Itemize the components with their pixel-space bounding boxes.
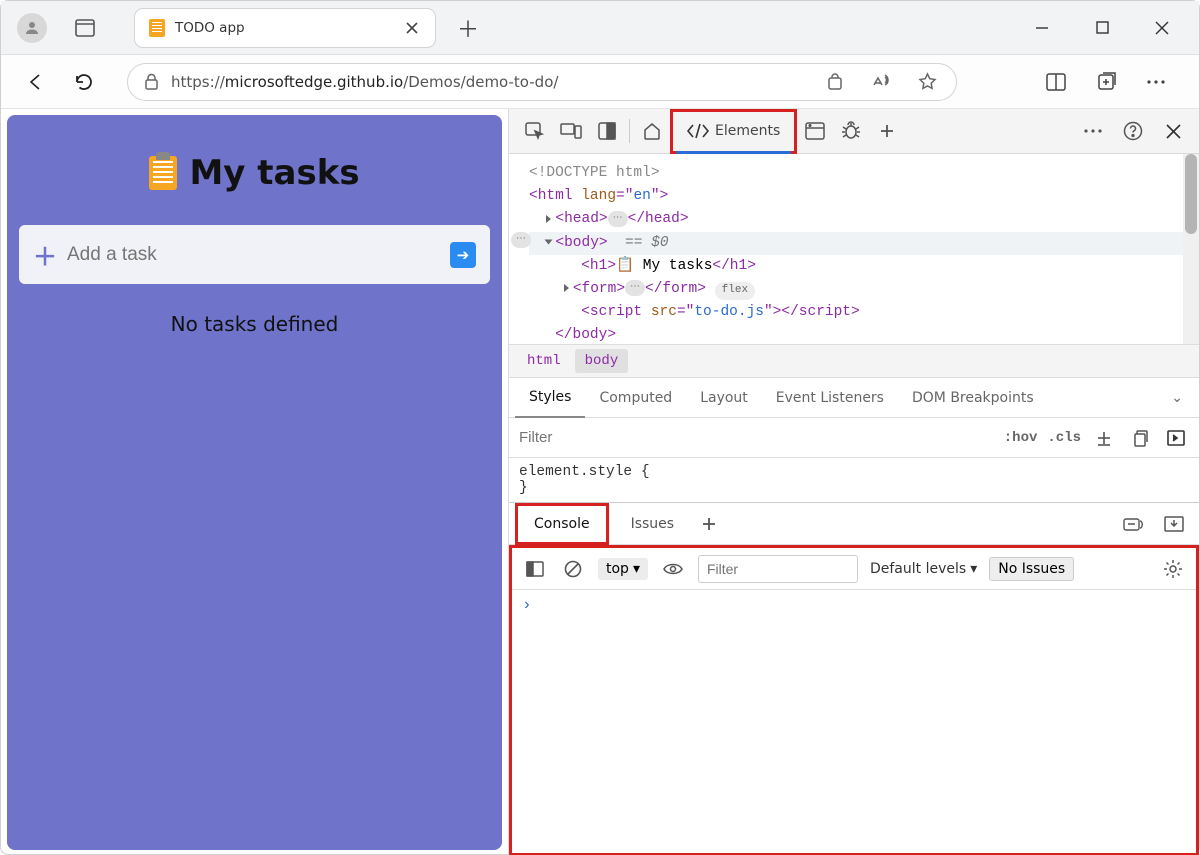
tab-event-listeners[interactable]: Event Listeners [762,378,898,418]
console-filter-input[interactable] [698,555,858,583]
close-tab-button[interactable] [403,19,421,37]
console-body[interactable]: › [512,590,1196,853]
submit-task-button[interactable]: ➔ [450,242,476,268]
style-rule[interactable]: element.style {} [509,458,1199,502]
address-bar: https://microsoftedge.github.io/Demos/de… [1,55,1199,109]
clipboard-icon [149,19,165,37]
dom-tree[interactable]: <!DOCTYPE html> <html lang="en"> <head>⋯… [509,154,1199,344]
close-window-button[interactable] [1141,10,1183,46]
welcome-icon[interactable] [634,113,670,149]
tab-layout[interactable]: Layout [686,378,762,418]
console-prompt: › [522,596,532,614]
close-devtools-icon[interactable] [1155,113,1191,149]
dock-icon[interactable] [589,113,625,149]
log-levels-dropdown[interactable]: Default levels ▾ [870,561,977,577]
hov-toggle[interactable]: :hov [1004,430,1038,446]
collections-icon[interactable] [1093,69,1119,95]
tab-title: TODO app [175,20,393,36]
sidebar-toggle-icon[interactable] [522,556,548,582]
copy-icon[interactable] [1127,425,1153,451]
chevron-down-icon[interactable]: ⌄ [1171,390,1193,406]
console-drawer: Console Issues top ▾ Default levels ▾ No… [509,502,1199,855]
lock-icon [144,73,159,90]
crumb-body[interactable]: body [575,349,629,373]
live-expr-icon[interactable] [660,556,686,582]
shopping-icon[interactable] [822,69,848,95]
crumb-html[interactable]: html [517,349,571,373]
person-icon [23,19,41,37]
inspect-icon[interactable] [517,113,553,149]
url-field[interactable]: https://microsoftedge.github.io/Demos/de… [127,63,957,101]
device-icon[interactable] [553,113,589,149]
code-icon [687,122,709,140]
bug-icon[interactable] [833,113,869,149]
styles-filter-row: :hov .cls [509,418,1199,458]
drawer-tabs: Console Issues [509,503,1199,545]
tab-dom-breakpoints[interactable]: DOM Breakpoints [898,378,1048,418]
command-icon[interactable] [1121,511,1147,537]
dock-drawer-icon[interactable] [1161,511,1187,537]
styles-tabs: Styles Computed Layout Event Listeners D… [509,378,1199,418]
todo-page: My tasks ＋ ➔ No tasks defined [7,115,502,850]
expand-icon[interactable] [1163,425,1189,451]
issues-button[interactable]: No Issues [989,557,1074,581]
cls-toggle[interactable]: .cls [1047,430,1081,446]
dom-breadcrumbs: html body [509,344,1199,378]
devtools-panel: Elements <!DOCTYPE html> <html lang="en"… [508,109,1199,855]
add-task-form: ＋ ➔ [19,225,490,284]
devtools-tabs: Elements [509,109,1199,154]
chevron-down-icon: ▾ [633,561,640,577]
new-rule-icon[interactable] [1091,425,1117,451]
context-dropdown[interactable]: top ▾ [598,558,648,580]
devtools-more-icon[interactable] [1075,113,1111,149]
tab-computed[interactable]: Computed [585,378,686,418]
favorite-icon[interactable] [914,69,940,95]
tab-elements[interactable]: Elements [670,109,797,154]
browser-title-bar: TODO app ＋ [1,1,1199,55]
split-screen-icon[interactable] [1043,69,1069,95]
page-title: My tasks [19,153,490,193]
more-tabs-icon[interactable] [869,113,905,149]
more-icon[interactable] [1143,69,1169,95]
tab-actions-icon[interactable] [71,14,99,42]
tab-console[interactable]: Console [515,503,609,545]
window-controls [1021,10,1193,46]
tab-strip: TODO app ＋ [135,9,487,47]
url-text: https://microsoftedge.github.io/Demos/de… [171,73,558,91]
more-drawer-tabs-icon[interactable] [696,511,722,537]
clipboard-icon [149,156,177,190]
styles-filter-input[interactable] [519,429,994,446]
read-aloud-icon[interactable] [868,69,894,95]
scrollbar[interactable] [1183,154,1199,344]
maximize-button[interactable] [1081,10,1123,46]
console-toolbar: top ▾ Default levels ▾ No Issues [512,548,1196,590]
task-input[interactable] [67,244,440,266]
tab-issues[interactable]: Issues [615,503,691,545]
settings-icon[interactable] [1160,556,1186,582]
plus-icon: ＋ [33,237,57,272]
browser-tab[interactable]: TODO app [135,9,435,47]
clear-console-icon[interactable] [560,556,586,582]
new-tab-button[interactable]: ＋ [449,9,487,47]
profile-avatar[interactable] [17,13,47,43]
refresh-button[interactable] [69,67,99,97]
back-button[interactable] [21,67,51,97]
minimize-button[interactable] [1021,10,1063,46]
tab-styles[interactable]: Styles [515,378,585,418]
empty-state: No tasks defined [19,312,490,336]
help-icon[interactable] [1115,113,1151,149]
app-icon[interactable] [797,113,833,149]
